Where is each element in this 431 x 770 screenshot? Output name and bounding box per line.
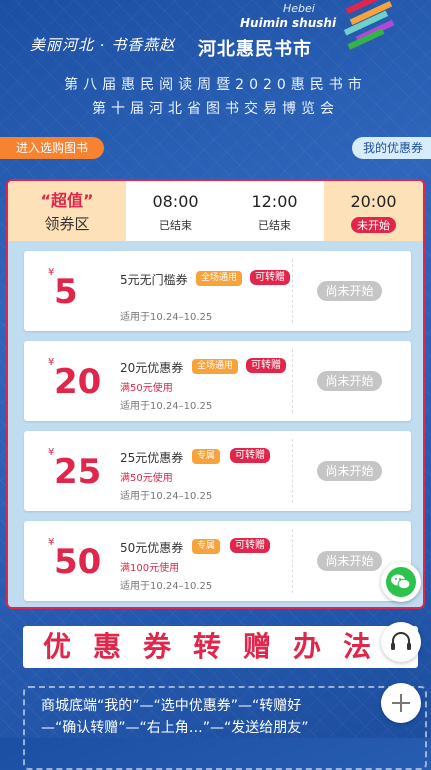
coupon-date: 适用于10.24–10.25 xyxy=(120,491,213,502)
wechat-icon xyxy=(386,567,416,597)
instructions-box: 商城底端“我的”—“选中优惠券”—“转赠好 —“确认转赠”—“右上角…”—“发送… xyxy=(23,686,427,770)
headset-icon xyxy=(391,632,411,650)
zone-subtitle: 领券区 xyxy=(44,215,90,233)
brand-english-2: Huimin shushi xyxy=(240,16,337,30)
scope-tag: 全场通用 xyxy=(196,271,243,286)
coupon-name: 20元优惠券 xyxy=(120,361,184,375)
time-tabs: “超值” 领券区 08:00 已结束 12:00 已结束 20:00 未开始 xyxy=(8,181,423,241)
scope-tag: 全场通用 xyxy=(192,359,239,374)
instructions-line-2: —“确认转赠”—“右上角…”—“发送给朋友” xyxy=(41,720,309,736)
banner-title: 优惠券转赠办法 xyxy=(43,630,394,663)
instructions-line-1: 商城底端“我的”—“选中优惠券”—“转赠好 xyxy=(41,698,302,714)
tab-time: 12:00 xyxy=(251,192,298,211)
transferable-tag: 可转赠 xyxy=(250,270,290,285)
coupon-card: ¥ 20 20元优惠券 全场通用 可转赠 满50元使用 适用于10.24–10.… xyxy=(24,341,411,421)
tab-time: 20:00 xyxy=(350,192,397,211)
tab-status: 已结束 xyxy=(159,219,192,232)
coupon-amount: 5 xyxy=(54,272,78,312)
brand-english-1: Hebei xyxy=(283,2,315,15)
tab-1200[interactable]: 12:00 已结束 xyxy=(225,181,324,241)
coupon-date: 适用于10.24–10.25 xyxy=(120,581,213,592)
coupon-divider xyxy=(292,529,293,593)
more-button[interactable] xyxy=(381,683,421,723)
scope-tag: 专属 xyxy=(192,449,221,464)
tab-status-badge: 未开始 xyxy=(351,217,396,233)
wechat-share-button[interactable] xyxy=(381,562,421,602)
coupon-name: 5元无门槛券 xyxy=(120,273,188,287)
coupon-divider xyxy=(292,349,293,413)
tab-time: 08:00 xyxy=(152,192,199,211)
coupon-card: ¥ 50 50元优惠券 专属 可转赠 满100元使用 适用于10.24–10.2… xyxy=(24,521,411,601)
coupon-amount: 20 xyxy=(54,362,102,402)
coupon-panel: “超值” 领券区 08:00 已结束 12:00 已结束 20:00 未开始 ¥… xyxy=(6,179,425,609)
instructions-text: 商城底端“我的”—“选中优惠券”—“转赠好 —“确认转赠”—“右上角…”—“发送… xyxy=(41,695,411,739)
coupon-condition: 满100元使用 xyxy=(120,563,180,574)
transferable-tag: 可转赠 xyxy=(246,358,286,373)
enter-shop-button[interactable]: 进入选购图书 xyxy=(0,137,104,159)
my-coupons-button[interactable]: 我的优惠券 xyxy=(352,137,431,159)
zone-title: “超值” xyxy=(40,191,94,210)
tab-2000[interactable]: 20:00 未开始 xyxy=(324,181,423,241)
coupon-amount: 50 xyxy=(54,542,102,582)
event-subtitle-1: 第八届惠民阅读周暨2020惠民书市 xyxy=(64,77,367,93)
coupon-card: ¥ 5 5元无门槛券 全场通用 可转赠 适用于10.24–10.25 尚未开始 xyxy=(24,251,411,331)
coupon-divider xyxy=(292,439,293,503)
brand-title: 河北惠民书市 xyxy=(198,39,312,60)
plus-icon xyxy=(392,694,410,712)
logo-icon xyxy=(343,0,395,50)
coupon-status-button[interactable]: 尚未开始 xyxy=(317,281,382,301)
coupon-condition: 满50元使用 xyxy=(120,473,173,484)
coupon-name: 50元优惠券 xyxy=(120,541,184,555)
coupon-name: 25元优惠券 xyxy=(120,451,184,465)
transferable-tag: 可转赠 xyxy=(230,538,270,553)
coupon-divider xyxy=(292,259,293,323)
coupon-date: 适用于10.24–10.25 xyxy=(120,312,213,323)
tab-status: 已结束 xyxy=(258,219,291,232)
header: 美丽河北 · 书香燕赵 Hebei Huimin shushi 河北惠民书市 第… xyxy=(0,0,431,135)
coupon-amount: 25 xyxy=(54,452,102,492)
coupon-card: ¥ 25 25元优惠券 专属 可转赠 满50元使用 适用于10.24–10.25… xyxy=(24,431,411,511)
tab-0800[interactable]: 08:00 已结束 xyxy=(126,181,225,241)
tab-value-zone: “超值” 领券区 xyxy=(8,181,126,241)
calligraphy-slogan: 美丽河北 · 书香燕赵 xyxy=(30,36,176,54)
coupon-status-button[interactable]: 尚未开始 xyxy=(317,461,382,481)
transfer-rules-banner: 优惠券转赠办法 xyxy=(23,626,418,668)
customer-service-button[interactable] xyxy=(381,622,421,662)
event-subtitle-2: 第十届河北省图书交易博览会 xyxy=(92,101,339,117)
coupon-status-button[interactable]: 尚未开始 xyxy=(317,551,382,571)
transferable-tag: 可转赠 xyxy=(230,448,270,463)
coupon-status-button[interactable]: 尚未开始 xyxy=(317,371,382,391)
scope-tag: 专属 xyxy=(192,539,221,554)
coupon-condition: 满50元使用 xyxy=(120,383,173,394)
coupon-date: 适用于10.24–10.25 xyxy=(120,401,213,412)
